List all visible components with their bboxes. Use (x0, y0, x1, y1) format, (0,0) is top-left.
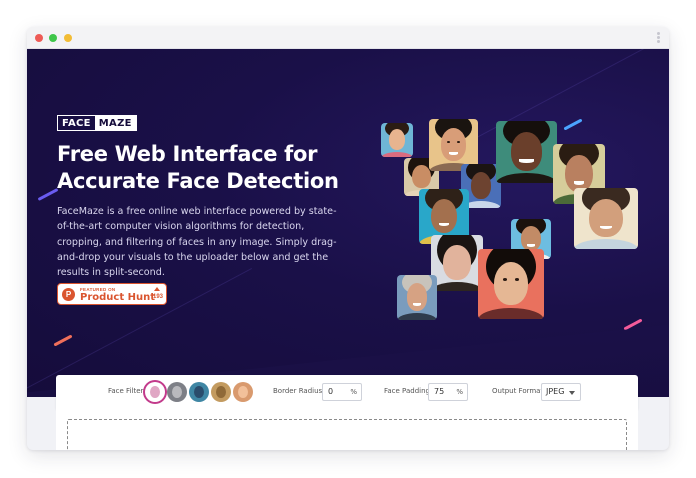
upvote-arrow-icon (154, 287, 160, 291)
facemaze-logo[interactable]: FACE MAZE (57, 115, 137, 131)
face-filter-label: Face Filter: (108, 387, 146, 395)
face-photo (478, 249, 544, 319)
upload-area (56, 409, 638, 450)
browser-window: FACE MAZE Free Web Interface for Accurat… (27, 27, 669, 450)
decorative-line (460, 49, 669, 147)
face-filter-option-4[interactable] (211, 382, 231, 402)
border-radius-unit: % (350, 388, 357, 396)
output-format-label: Output Format: (492, 387, 546, 395)
face-filter-option-3[interactable] (189, 382, 209, 402)
minimize-window-button[interactable] (64, 34, 72, 42)
face-photo (496, 121, 557, 183)
face-photo (431, 235, 483, 291)
face-photo (397, 275, 437, 320)
decorative-streak (623, 318, 643, 331)
face-padding-unit: % (456, 388, 463, 396)
logo-text-left: FACE (62, 118, 91, 129)
close-window-button[interactable] (35, 34, 43, 42)
face-filter-option-1[interactable] (145, 382, 165, 402)
face-photo (574, 188, 638, 249)
face-padding-label: Face Padding: (384, 387, 433, 395)
hero-title: Free Web Interface for Accurate Face Det… (57, 142, 339, 193)
face-filter-option-2[interactable] (167, 382, 187, 402)
face-filter-option-5[interactable] (233, 382, 253, 402)
output-format-value: JPEG (546, 387, 565, 396)
maximize-window-button[interactable] (49, 34, 57, 42)
decorative-streak (563, 118, 583, 131)
face-padding-value: 75 (434, 387, 445, 396)
chevron-down-icon (569, 391, 575, 395)
decorative-streak (37, 188, 59, 201)
product-hunt-icon: P (62, 288, 75, 301)
border-radius-value: 0 (328, 387, 334, 396)
face-photo (381, 123, 413, 157)
image-dropzone[interactable] (67, 419, 627, 450)
border-radius-label: Border Radius: (273, 387, 325, 395)
border-radius-input[interactable]: 0 % (322, 383, 362, 401)
product-hunt-badge[interactable]: P FEATURED ON Product Hunt 193 (57, 283, 167, 305)
logo-text-right: MAZE (94, 116, 136, 130)
filter-toolbar: Face Filter: Border Radius: 0 % Face Pad… (56, 375, 638, 409)
hero-section: FACE MAZE Free Web Interface for Accurat… (27, 49, 669, 397)
product-hunt-upvote-count: 193 (152, 294, 163, 300)
product-hunt-name: Product Hunt (80, 292, 155, 303)
hero-description: FaceMaze is a free online web interface … (57, 206, 337, 279)
kebab-menu-icon[interactable] (657, 32, 661, 44)
window-titlebar (27, 27, 669, 49)
output-format-select[interactable]: JPEG (541, 383, 581, 401)
decorative-streak (53, 334, 73, 347)
face-padding-input[interactable]: 75 % (428, 383, 468, 401)
